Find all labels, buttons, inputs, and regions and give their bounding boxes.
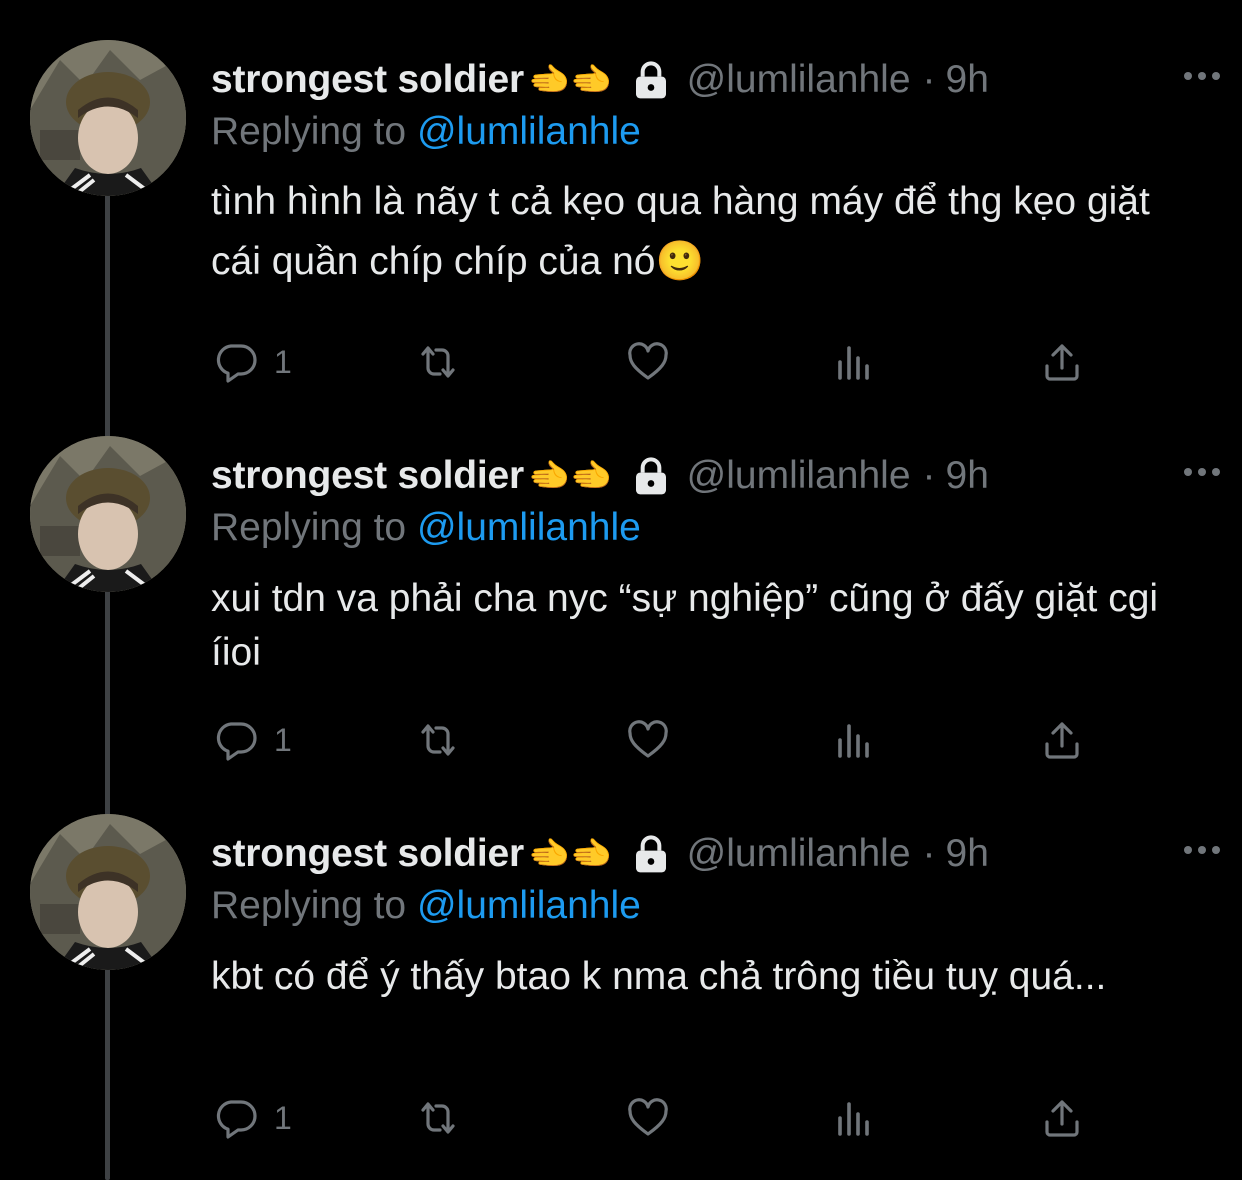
retweet-button[interactable] [414, 1092, 462, 1144]
views-icon [838, 346, 869, 380]
reply-icon [216, 1100, 257, 1139]
tweet-header: strongest soldier 🫲🫲 @lumlilanhle · 9h [211, 826, 989, 882]
views-icon [838, 1102, 869, 1136]
share-icon [1045, 1100, 1079, 1137]
retweet-icon [421, 346, 455, 378]
mention-link[interactable]: @lumlilanhle [417, 110, 641, 153]
tweet-text: kbt có để ý thấy btao k nma chả trông ti… [211, 955, 1107, 998]
share-button[interactable] [1038, 1092, 1086, 1144]
avatar[interactable] [30, 814, 186, 970]
tweet[interactable]: strongest soldier 🫲🫲 @lumlilanhle · 9h R… [0, 396, 1242, 774]
action-bar: 1 [212, 1092, 1112, 1144]
tweet-header: strongest soldier 🫲🫲 @lumlilanhle · 9h [211, 448, 989, 504]
views-icon [838, 724, 869, 758]
avatar[interactable] [30, 40, 186, 196]
display-name[interactable]: strongest soldier [211, 454, 524, 498]
views-button[interactable] [830, 1092, 878, 1144]
timestamp[interactable]: 9h [946, 58, 989, 102]
tweet-text: tình hình là nãy t cả kẹo qua hàng máy đ… [211, 180, 1150, 283]
like-button[interactable] [624, 336, 672, 388]
display-name[interactable]: strongest soldier [211, 832, 524, 876]
display-name[interactable]: strongest soldier [211, 58, 524, 102]
separator-dot: · [922, 832, 936, 875]
mention-link[interactable]: @lumlilanhle [417, 884, 641, 927]
separator-dot: · [922, 454, 936, 497]
more-icon[interactable] [1180, 454, 1224, 490]
reply-button[interactable]: 1 [212, 1092, 292, 1144]
share-button[interactable] [1038, 336, 1086, 388]
reply-icon [216, 344, 257, 383]
share-icon [1045, 722, 1079, 759]
tweet-text: xui tdn va phải cha nyc “sự nghiệp” cũng… [211, 577, 1159, 674]
views-button[interactable] [830, 714, 878, 766]
reply-count: 1 [274, 721, 292, 758]
lock-icon [631, 60, 671, 100]
replying-to-label: Replying to [211, 110, 417, 153]
retweet-button[interactable] [414, 714, 462, 766]
reply-button[interactable]: 1 [212, 336, 292, 388]
avatar[interactable] [30, 436, 186, 592]
like-icon [628, 720, 668, 758]
replying-to: Replying to @lumlilanhle [211, 506, 641, 550]
share-icon [1045, 344, 1079, 381]
like-button[interactable] [624, 1092, 672, 1144]
user-handle[interactable]: @lumlilanhle [687, 832, 911, 876]
tweet[interactable]: strongest soldier 🫲🫲 @lumlilanhle · 9h R… [0, 774, 1242, 1152]
replying-to: Replying to @lumlilanhle [211, 884, 641, 928]
replying-to: Replying to @lumlilanhle [211, 110, 641, 154]
reply-button[interactable]: 1 [212, 714, 292, 766]
timestamp[interactable]: 9h [946, 832, 989, 876]
reply-count: 1 [274, 343, 292, 380]
replying-to-label: Replying to [211, 506, 417, 549]
hand-emoji: 🫲🫲 [528, 457, 613, 495]
action-bar: 1 [212, 714, 1112, 766]
hand-emoji: 🫲🫲 [528, 61, 613, 99]
views-button[interactable] [830, 336, 878, 388]
retweet-icon [421, 724, 455, 756]
retweet-button[interactable] [414, 336, 462, 388]
like-icon [628, 342, 668, 380]
tweet[interactable]: strongest soldier 🫲🫲 @lumlilanhle · 9h R… [0, 0, 1242, 383]
reply-count: 1 [274, 1099, 292, 1136]
timestamp[interactable]: 9h [946, 454, 989, 498]
share-button[interactable] [1038, 714, 1086, 766]
hand-emoji: 🫲🫲 [528, 835, 613, 873]
user-handle[interactable]: @lumlilanhle [687, 454, 911, 498]
more-icon[interactable] [1180, 832, 1224, 868]
replying-to-label: Replying to [211, 884, 417, 927]
retweet-icon [421, 1102, 455, 1134]
like-button[interactable] [624, 714, 672, 766]
mention-link[interactable]: @lumlilanhle [417, 506, 641, 549]
lock-icon [631, 456, 671, 496]
lock-icon [631, 834, 671, 874]
separator-dot: · [922, 58, 936, 101]
reply-icon [216, 722, 257, 761]
tweet-header: strongest soldier 🫲🫲 @lumlilanhle · 9h [211, 52, 989, 108]
like-icon [628, 1098, 668, 1136]
user-handle[interactable]: @lumlilanhle [687, 58, 911, 102]
more-icon[interactable] [1180, 58, 1224, 94]
action-bar: 1 [212, 336, 1112, 388]
